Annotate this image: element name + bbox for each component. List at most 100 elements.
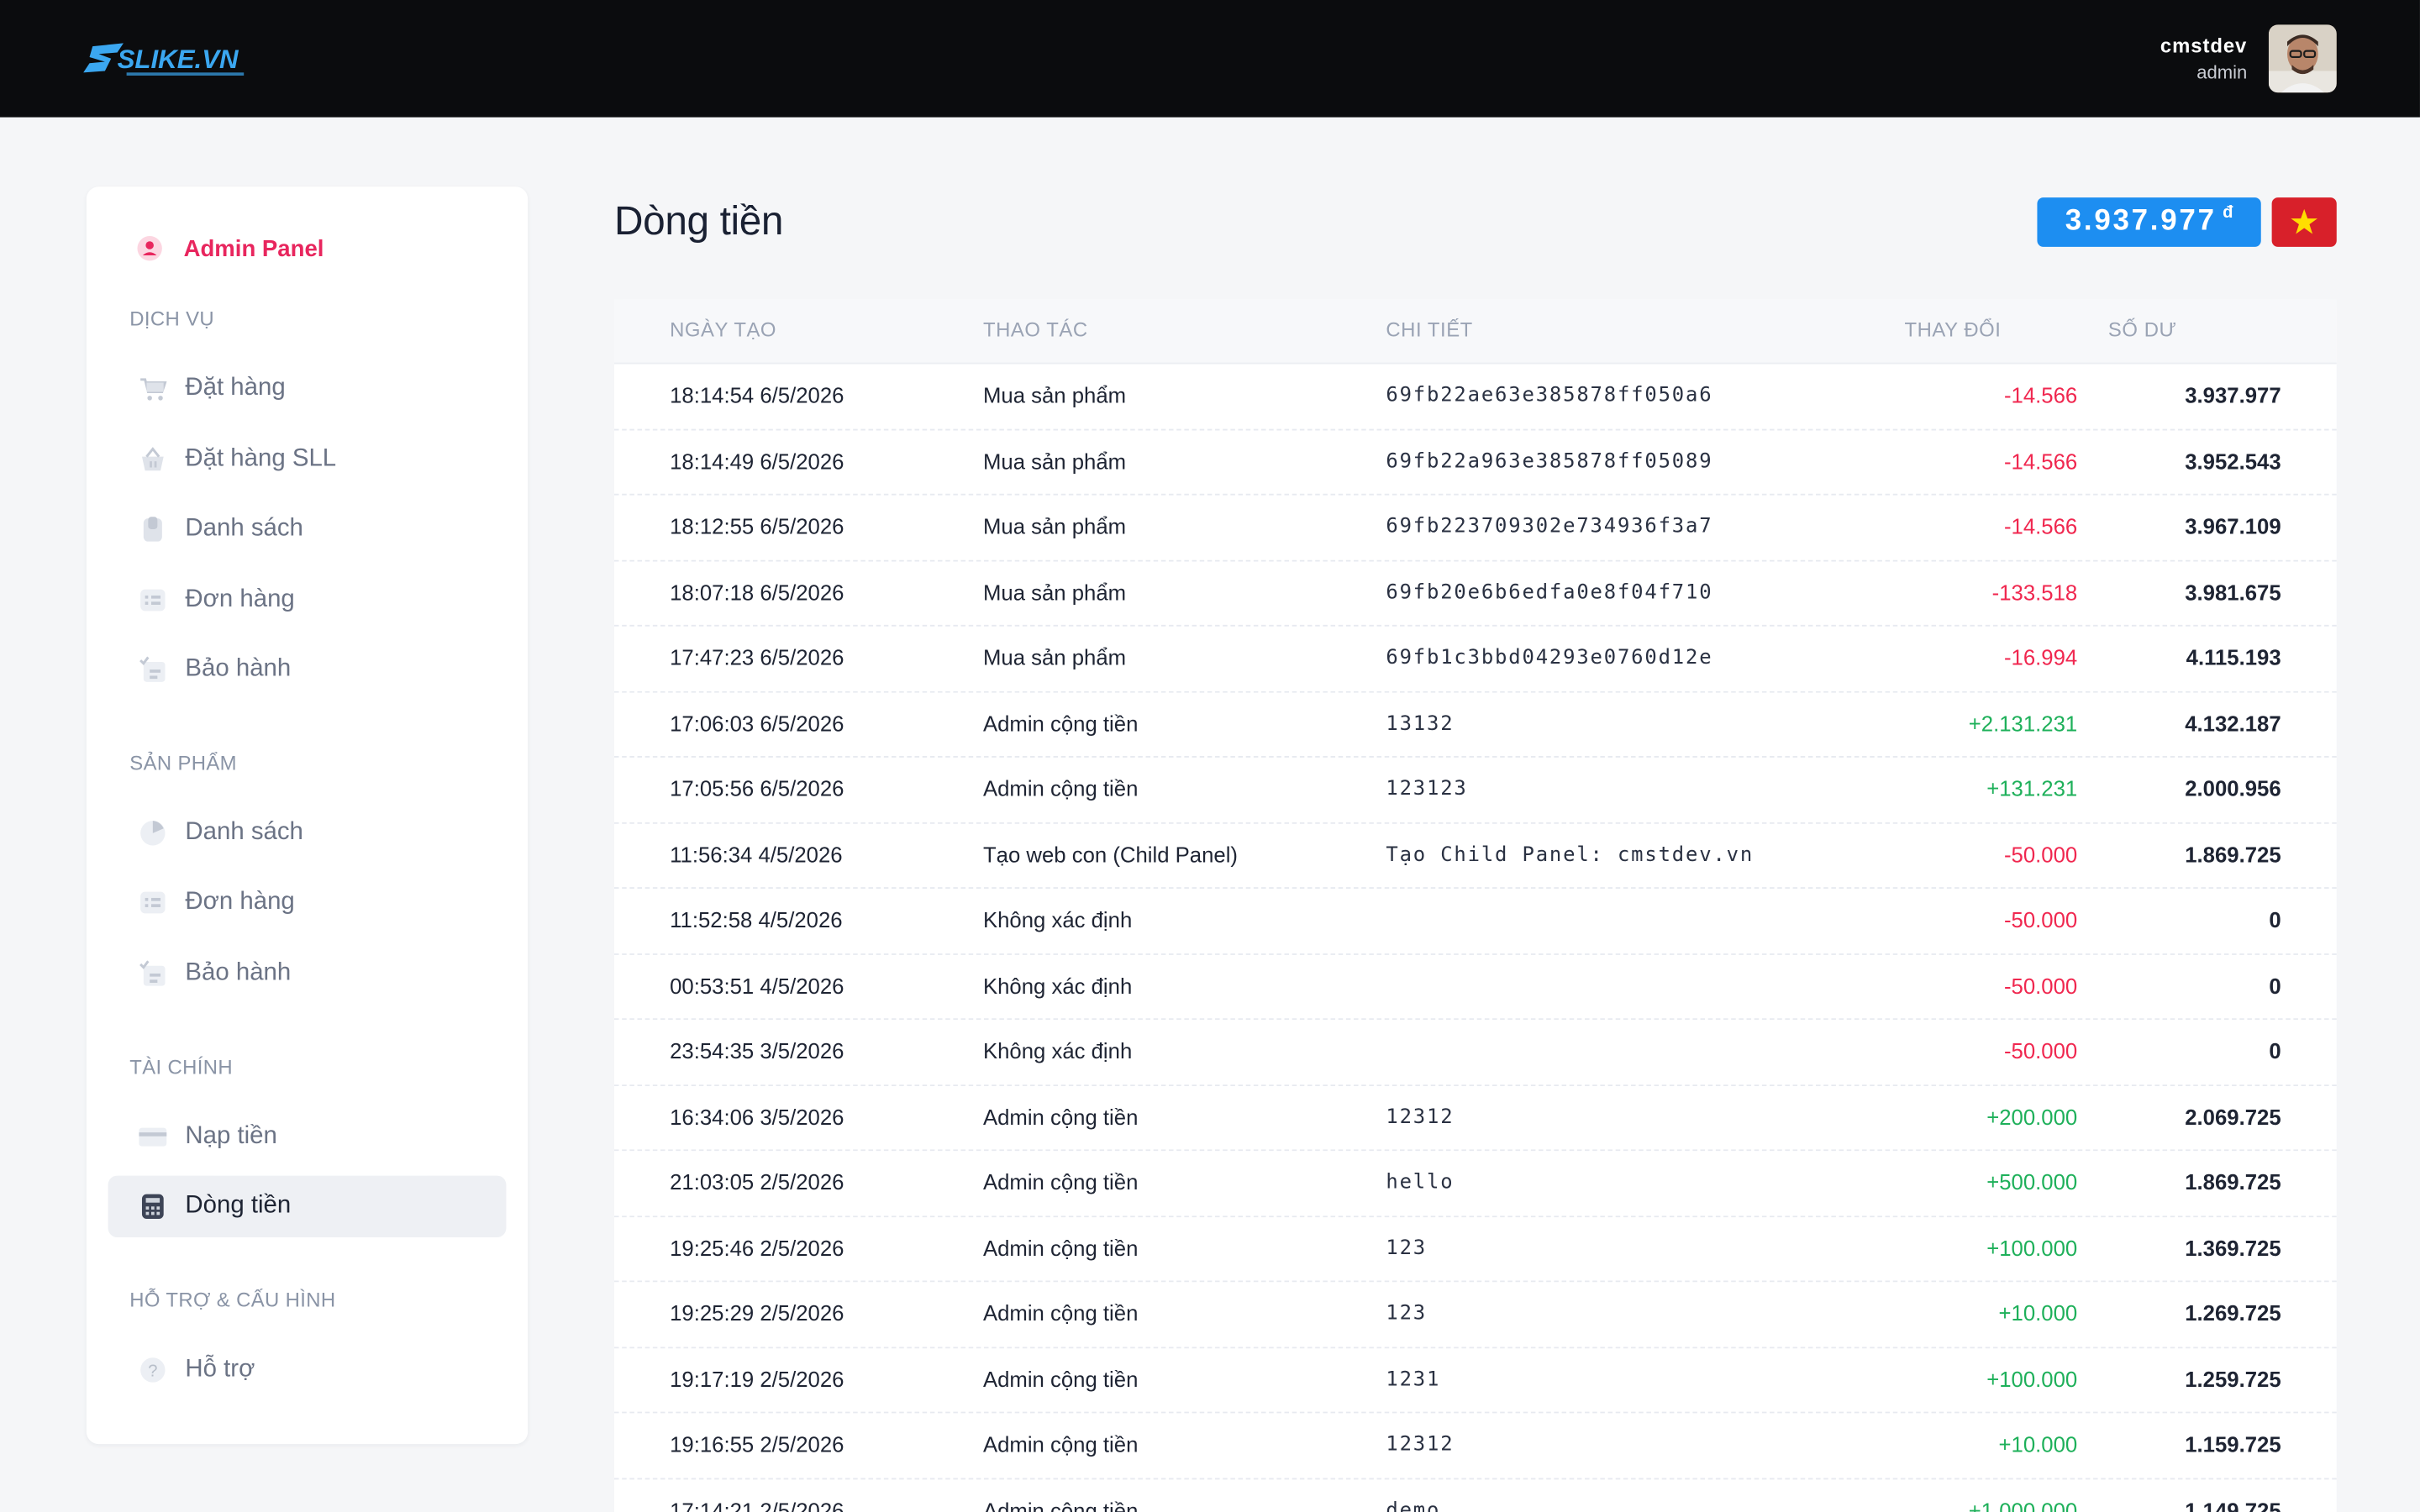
logo[interactable]: SLIKE.VN bbox=[83, 37, 253, 80]
table-row[interactable]: 19:16:55 2/5/2026 Admin cộng tiền 12312 +10… bbox=[614, 1413, 2337, 1479]
table-row[interactable]: 18:12:55 6/5/2026 Mua sản phẩm 69fb2237093… bbox=[614, 496, 2337, 561]
cell-action: Admin cộng tiền bbox=[982, 1104, 1139, 1129]
table-row[interactable]: 18:07:18 6/5/2026 Mua sản phẩm 69fb20e6b6e… bbox=[614, 561, 2337, 627]
sidebar-item-label: Bảo hành bbox=[185, 655, 292, 682]
cell-balance: 3.952.543 bbox=[2185, 448, 2281, 473]
cell-change: -50.000 bbox=[2003, 973, 2078, 998]
table-row[interactable]: 11:52:58 4/5/2026 Không xác định -50.000 0 bbox=[614, 889, 2337, 954]
sidebar-item-product-list[interactable]: Danh sách bbox=[108, 802, 507, 864]
sidebar-item-deposit[interactable]: Nạp tiền bbox=[108, 1106, 507, 1168]
sidebar-item-product-warranty[interactable]: Bảo hành bbox=[108, 942, 507, 1004]
list-icon bbox=[139, 586, 166, 614]
table-row[interactable]: 19:17:19 2/5/2026 Admin cộng tiền 1231 +100… bbox=[614, 1347, 2337, 1414]
cell-change: +131.231 bbox=[1986, 775, 2078, 801]
cell-balance: 4.115.193 bbox=[2186, 644, 2281, 670]
cell-balance: 0 bbox=[2269, 1038, 2281, 1063]
sidebar-item-service-list[interactable]: Danh sách bbox=[108, 498, 507, 559]
table-row[interactable]: 16:34:06 3/5/2026 Admin cộng tiền 12312 +20… bbox=[614, 1085, 2337, 1152]
sidebar-item-cash-flow[interactable]: Dòng tiền bbox=[108, 1175, 507, 1238]
cell-date: 18:12:55 6/5/2026 bbox=[670, 513, 844, 539]
cell-date: 17:05:56 6/5/2026 bbox=[670, 775, 844, 801]
svg-text:?: ? bbox=[148, 1362, 157, 1380]
sidebar-item-label: Đặt hàng SLL bbox=[185, 445, 337, 473]
currency-symbol: đ bbox=[2223, 203, 2233, 223]
language-flag-button[interactable] bbox=[2271, 197, 2337, 247]
cell-balance: 1.869.725 bbox=[2185, 1169, 2281, 1194]
cell-balance: 1.869.725 bbox=[2185, 841, 2281, 867]
cell-detail: 69fb1c3bbd04293e0760d12e bbox=[1386, 646, 1713, 670]
cell-action: Không xác định bbox=[982, 906, 1133, 932]
balance-amount: 3.937.977 bbox=[2065, 205, 2217, 238]
cell-action: Admin cộng tiền bbox=[982, 710, 1139, 736]
cell-balance: 2.069.725 bbox=[2185, 1104, 2281, 1129]
col-header-date: NGÀY TẠO bbox=[670, 318, 777, 341]
user-role: admin bbox=[2196, 61, 2248, 84]
table-row[interactable]: 00:53:51 4/5/2026 Không xác định -50.000 0 bbox=[614, 954, 2337, 1021]
cell-change: -14.566 bbox=[2003, 513, 2078, 539]
clipboard-icon bbox=[139, 515, 166, 543]
cell-detail: hello bbox=[1386, 1171, 1455, 1194]
sidebar-item-support[interactable]: ? Hỗ trợ bbox=[108, 1339, 507, 1400]
cell-date: 19:25:46 2/5/2026 bbox=[670, 1235, 844, 1260]
cell-change: +10.000 bbox=[1998, 1431, 2078, 1457]
cell-action: Admin cộng tiền bbox=[982, 1431, 1139, 1457]
cell-action: Không xác định bbox=[982, 1038, 1133, 1063]
cell-balance: 0 bbox=[2269, 973, 2281, 998]
cell-detail: 69fb22ae63e385878ff050a6 bbox=[1386, 384, 1713, 407]
cell-action: Mua sản phẩm bbox=[982, 513, 1127, 539]
table-row[interactable]: 11:56:34 4/5/2026 Tạo web con (Child Pane… bbox=[614, 823, 2337, 889]
sidebar-item-service-warranty[interactable]: Bảo hành bbox=[108, 638, 507, 700]
cell-detail: 123123 bbox=[1386, 777, 1468, 801]
list-icon bbox=[139, 889, 166, 916]
checklist-icon bbox=[139, 656, 166, 684]
cell-action: Admin cộng tiền bbox=[982, 1497, 1139, 1512]
cell-action: Admin cộng tiền bbox=[982, 1169, 1139, 1194]
cell-change: -14.566 bbox=[2003, 448, 2078, 473]
cell-detail: 12312 bbox=[1386, 1105, 1455, 1129]
cell-balance: 2.000.956 bbox=[2185, 775, 2281, 801]
table-row[interactable]: 19:25:29 2/5/2026 Admin cộng tiền 123 +10.0… bbox=[614, 1282, 2337, 1348]
table-row[interactable]: 17:47:23 6/5/2026 Mua sản phẩm 69fb1c3bbd0… bbox=[614, 627, 2337, 692]
cell-change: +2.131.231 bbox=[1968, 710, 2078, 736]
cart-icon bbox=[139, 375, 167, 402]
col-header-action: THAO TÁC bbox=[982, 318, 1088, 341]
sidebar-item-label: Nạp tiền bbox=[185, 1123, 277, 1150]
cell-change: +10.000 bbox=[1998, 1300, 2078, 1326]
table-row[interactable]: 17:06:03 6/5/2026 Admin cộng tiền 13132 +2.… bbox=[614, 692, 2337, 758]
sidebar-item-label: Đơn hàng bbox=[185, 888, 295, 916]
cell-balance: 4.132.187 bbox=[2185, 710, 2281, 736]
cell-date: 18:07:18 6/5/2026 bbox=[670, 579, 844, 605]
sidebar-item-product-orders[interactable]: Đơn hàng bbox=[108, 872, 507, 933]
cell-balance: 3.981.675 bbox=[2185, 579, 2281, 605]
sidebar-item-service-orders[interactable]: Đơn hàng bbox=[108, 570, 507, 631]
cell-balance: 1.159.725 bbox=[2185, 1431, 2281, 1457]
cell-date: 18:14:49 6/5/2026 bbox=[670, 448, 844, 473]
table-row[interactable]: 19:25:46 2/5/2026 Admin cộng tiền 123 +100.… bbox=[614, 1216, 2337, 1283]
table-row[interactable]: 23:54:35 3/5/2026 Không xác định -50.000 0 bbox=[614, 1020, 2337, 1086]
sidebar-item-order[interactable]: Đặt hàng bbox=[108, 358, 507, 419]
table-row[interactable]: 18:14:54 6/5/2026 Mua sản phẩm 69fb22ae63e… bbox=[614, 364, 2337, 430]
table-row[interactable]: 17:14:21 2/5/2026 Admin cộng tiền demo +1.0… bbox=[614, 1478, 2337, 1512]
cell-detail: 1231 bbox=[1386, 1368, 1441, 1391]
cell-detail: Tạo Child Panel: cmstdev.vn bbox=[1386, 843, 1754, 867]
vietnam-flag-icon bbox=[2291, 208, 2317, 234]
cell-change: -133.518 bbox=[1991, 579, 2078, 605]
cell-change: +500.000 bbox=[1986, 1169, 2078, 1194]
table-row[interactable]: 18:14:49 6/5/2026 Mua sản phẩm 69fb22a963e… bbox=[614, 430, 2337, 496]
balance-badge[interactable]: 3.937.977 đ bbox=[2037, 197, 2261, 247]
sidebar: Admin Panel DỊCH VỤ Đặt hàng Đặt hàng SL… bbox=[86, 186, 529, 1445]
avatar[interactable] bbox=[2268, 24, 2337, 93]
sidebar-item-order-bulk[interactable]: Đặt hàng SLL bbox=[108, 429, 507, 491]
logo-text: SLIKE.VN bbox=[118, 45, 239, 74]
cell-balance: 1.149.725 bbox=[2185, 1497, 2281, 1512]
col-header-change: THAY ĐỔI bbox=[1904, 318, 2002, 341]
table-row[interactable]: 21:03:05 2/5/2026 Admin cộng tiền hello +50… bbox=[614, 1151, 2337, 1217]
sidebar-item-label: Hỗ trợ bbox=[185, 1356, 255, 1383]
section-title-services: DỊCH VỤ bbox=[129, 307, 215, 331]
calculator-icon bbox=[139, 1193, 166, 1221]
admin-panel-link[interactable]: Admin Panel bbox=[136, 233, 324, 264]
cell-action: Mua sản phẩm bbox=[982, 448, 1127, 473]
cell-balance: 1.369.725 bbox=[2185, 1235, 2281, 1260]
user-info[interactable]: cmstdev admin bbox=[2160, 34, 2247, 83]
table-row[interactable]: 17:05:56 6/5/2026 Admin cộng tiền 123123 +1… bbox=[614, 758, 2337, 823]
